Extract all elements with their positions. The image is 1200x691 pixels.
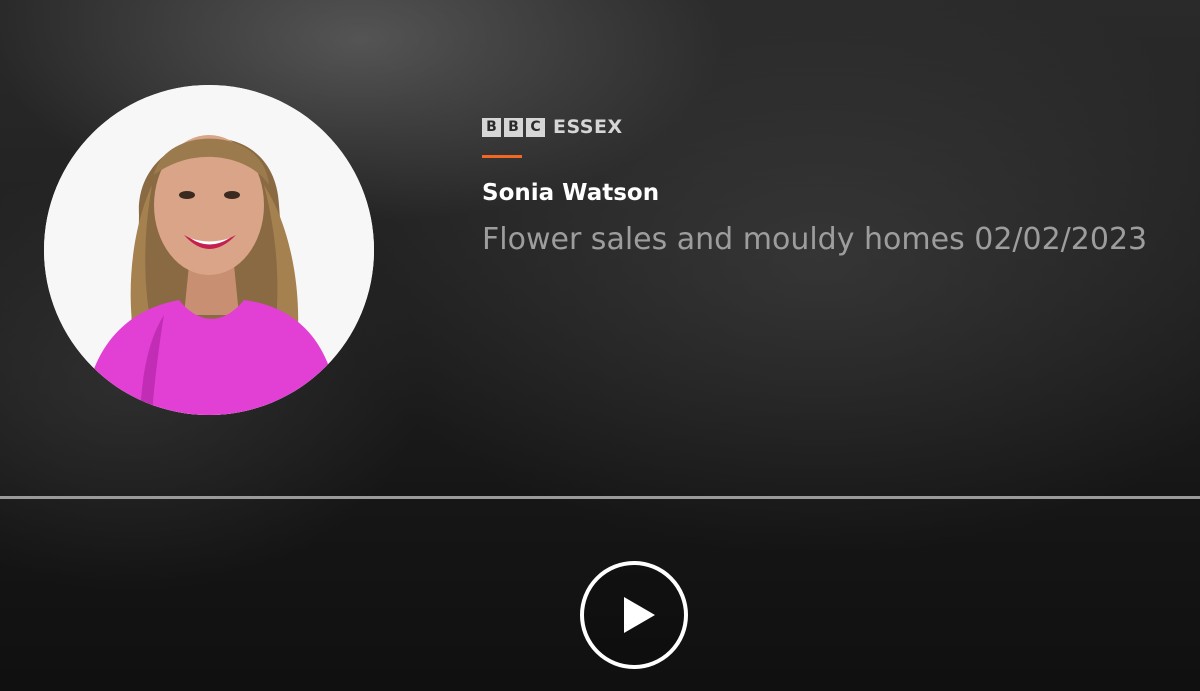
station-name: ESSEX: [553, 116, 623, 138]
play-button[interactable]: [580, 561, 688, 669]
presenter-avatar: [44, 85, 374, 415]
episode-title: Flower sales and mouldy homes 02/02/2023: [482, 222, 1148, 257]
bbc-logo-block: B: [504, 117, 523, 137]
bbc-logo-block: C: [526, 117, 545, 137]
presenter-name: Sonia Watson: [482, 180, 660, 206]
station-logo[interactable]: B B C ESSEX: [482, 116, 1192, 138]
bbc-logo: B B C: [482, 117, 545, 137]
accent-divider: [482, 155, 522, 158]
presenter-photo: [44, 85, 374, 415]
play-icon: [624, 597, 655, 633]
episode-info: B B C ESSEX Sonia Watson Flower sales an…: [482, 116, 1192, 257]
progress-bar[interactable]: [0, 496, 1200, 499]
audio-player: B B C ESSEX Sonia Watson Flower sales an…: [0, 0, 1200, 691]
bbc-logo-block: B: [482, 117, 501, 137]
